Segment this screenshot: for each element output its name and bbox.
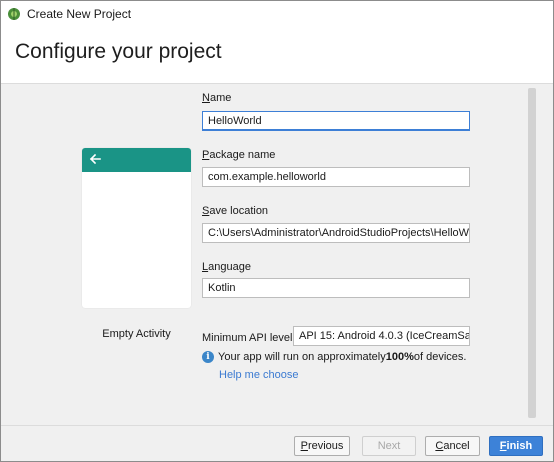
previous-button[interactable]: Previous [294,436,350,456]
name-field[interactable]: HelloWorld [202,111,470,131]
package-name-label: Package name [202,149,276,161]
package-name-field[interactable]: com.example.helloworld [202,167,470,187]
minimum-api-label: Minimum API level [202,332,293,344]
save-location-label: Save location [202,205,269,217]
preview-app-bar [82,148,191,172]
arrow-left-icon [89,153,101,168]
language-select[interactable]: Kotlin [202,278,470,298]
finish-button[interactable]: Finish [489,436,543,456]
help-me-choose-link[interactable]: Help me choose [219,369,299,381]
info-icon: i [202,351,214,363]
footer: Previous Next Cancel Finish [1,425,553,461]
save-location-field[interactable]: C:\Users\Administrator\AndroidStudioProj… [202,223,470,243]
cancel-button[interactable]: Cancel [425,436,480,456]
android-studio-icon [7,7,21,21]
coverage-text-after: of devices. [413,351,467,363]
page-title: Configure your project [15,40,222,63]
vertical-scrollbar[interactable] [528,88,536,418]
header: Configure your project [1,26,553,84]
content-area: Empty Activity Name HelloWorld Package n… [1,85,553,424]
coverage-percent: 100% [385,351,414,363]
language-label: Language [202,261,251,273]
name-label: Name [202,92,232,104]
device-coverage-info: i Your app will run on approximately 100… [202,351,466,363]
coverage-text-before: Your app will run on approximately [218,351,386,363]
activity-caption: Empty Activity [102,328,171,340]
activity-preview-card [82,148,191,308]
title-bar: Create New Project [1,1,553,26]
minimum-api-select[interactable]: API 15: Android 4.0.3 (IceCreamSandwich) [293,326,470,346]
window-title: Create New Project [27,6,132,21]
create-project-window: Create New Project Configure your projec… [0,0,554,462]
scrollbar-thumb[interactable] [528,88,536,418]
next-button[interactable]: Next [362,436,416,456]
